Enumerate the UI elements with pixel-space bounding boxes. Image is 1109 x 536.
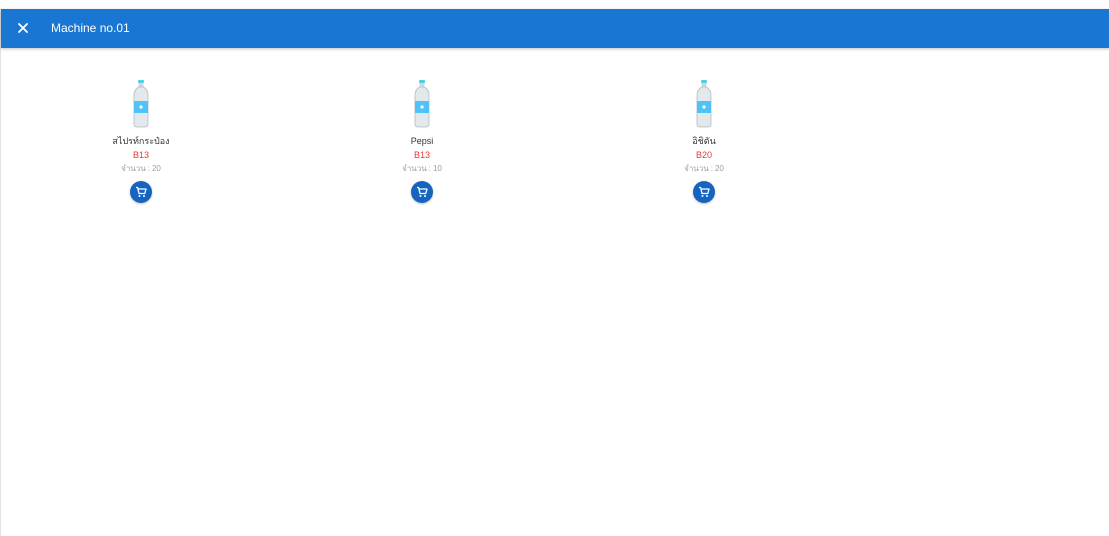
product-name: Pepsi: [410, 136, 434, 146]
close-icon: [18, 23, 28, 33]
product-card: Pepsi B13 จำนวน:10: [362, 80, 482, 203]
add-to-cart-button[interactable]: [693, 181, 715, 203]
product-quantity: จำนวน:20: [81, 162, 201, 176]
quantity-separator: :: [428, 164, 431, 173]
quantity-label: จำนวน: [121, 164, 146, 173]
quantity-value: 10: [432, 164, 442, 173]
quantity-separator: :: [710, 164, 713, 173]
header-bar: Machine no.01: [1, 9, 1109, 48]
dialog-frame: Machine no.01 สไปรท์กระป๋อง B13 จำนวน:20: [0, 9, 1109, 536]
product-code: B20: [695, 150, 712, 160]
product-code: B13: [413, 150, 430, 160]
water-bottle-icon: [133, 80, 149, 128]
water-bottle-icon: [696, 80, 712, 128]
water-bottle-icon: [414, 80, 430, 128]
add-to-cart-button[interactable]: [411, 181, 433, 203]
product-quantity: จำนวน:20: [644, 162, 764, 176]
quantity-separator: :: [147, 164, 150, 173]
product-code: B13: [132, 150, 149, 160]
add-to-cart-button[interactable]: [130, 181, 152, 203]
page-title: Machine no.01: [51, 21, 130, 35]
quantity-label: จำนวน: [684, 164, 709, 173]
quantity-value: 20: [714, 164, 724, 173]
product-name: สไปรท์กระป๋อง: [112, 136, 170, 146]
quantity-value: 20: [151, 164, 161, 173]
product-quantity: จำนวน:10: [362, 162, 482, 176]
cart-icon: [699, 186, 710, 197]
cart-icon: [417, 186, 428, 197]
product-grid: สไปรท์กระป๋อง B13 จำนวน:20 Pepsi B13 จำน…: [1, 48, 1109, 536]
cart-icon: [136, 186, 147, 197]
product-card: สไปรท์กระป๋อง B13 จำนวน:20: [81, 80, 201, 203]
product-name: อิชิตัน: [692, 136, 716, 146]
product-card: อิชิตัน B20 จำนวน:20: [644, 80, 764, 203]
quantity-label: จำนวน: [402, 164, 427, 173]
close-button[interactable]: [13, 18, 33, 38]
